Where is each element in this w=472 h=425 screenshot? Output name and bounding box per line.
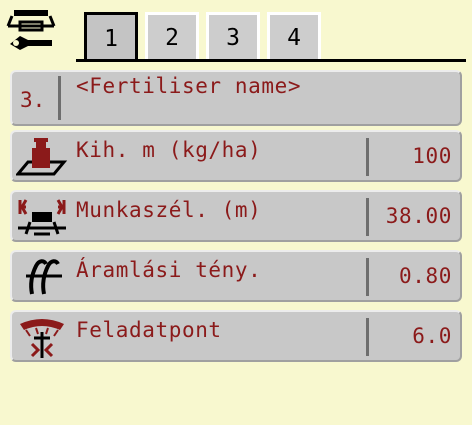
working-width-icon — [18, 199, 66, 236]
fertiliser-name-label: <Fertiliser name> — [76, 74, 302, 98]
tab-4[interactable]: 4 — [267, 12, 321, 60]
row-separator — [366, 138, 369, 176]
working-width-row[interactable]: Munkaszél. (m) 38.00 — [10, 190, 462, 242]
header-bar: 1 2 3 4 — [0, 0, 472, 62]
working-width-value: 38.00 — [385, 204, 452, 228]
fertiliser-name-row[interactable]: 3. <Fertiliser name> — [10, 70, 462, 126]
working-width-label: Munkaszél. (m) — [76, 198, 262, 222]
application-rate-row[interactable]: Kih. m (kg/ha) 100 — [10, 130, 462, 182]
row-separator — [366, 318, 369, 356]
row-separator — [366, 258, 369, 296]
flow-factor-label: Áramlási tény. — [76, 258, 262, 282]
drop-point-label: Feladatpont — [76, 318, 222, 342]
settings-tools-icon[interactable] — [6, 6, 58, 56]
tab-underline — [76, 59, 466, 62]
weight-icon — [16, 138, 68, 176]
fertiliser-index: 3. — [20, 88, 46, 112]
tab-1[interactable]: 1 — [84, 12, 138, 62]
tab-1-label: 1 — [104, 25, 118, 52]
drop-point-value: 6.0 — [412, 324, 452, 348]
tab-2[interactable]: 2 — [145, 12, 199, 60]
row-separator — [58, 76, 61, 120]
drop-point-icon — [20, 319, 64, 358]
tab-3[interactable]: 3 — [206, 12, 260, 60]
application-rate-label: Kih. m (kg/ha) — [76, 138, 262, 162]
application-rate-value: 100 — [412, 144, 452, 168]
flow-factor-icon — [26, 259, 62, 295]
flow-factor-value: 0.80 — [399, 264, 452, 288]
tab-2-label: 2 — [165, 24, 179, 51]
flow-factor-row[interactable]: Áramlási tény. 0.80 — [10, 250, 462, 302]
tab-3-label: 3 — [226, 24, 240, 51]
row-separator — [366, 198, 369, 236]
drop-point-row[interactable]: Feladatpont 6.0 — [10, 310, 462, 362]
tab-4-label: 4 — [287, 24, 301, 51]
